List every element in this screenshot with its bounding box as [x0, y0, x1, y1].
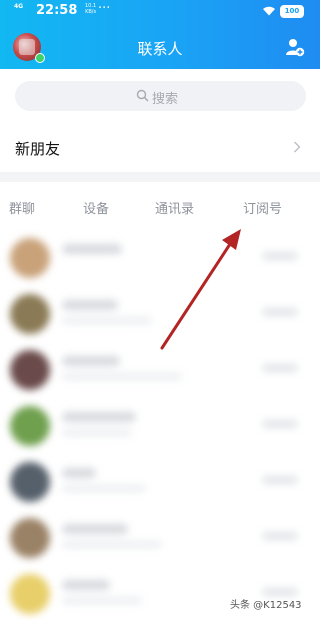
list-item[interactable] [0, 508, 320, 564]
watermark: 头条 @K12543 [230, 600, 302, 611]
list-item-title [62, 580, 110, 590]
list-item-tag [262, 476, 298, 484]
list-item-subtitle [62, 541, 162, 548]
list-item-title [62, 468, 96, 478]
list-item[interactable] [0, 340, 320, 396]
list-item-title [62, 356, 120, 366]
list-item[interactable] [0, 452, 320, 508]
page-title: 联系人 [137, 40, 183, 58]
list-item-title [62, 524, 128, 534]
avatar [10, 574, 50, 614]
new-friends-row[interactable]: 新朋友 [0, 124, 320, 172]
avatar [10, 350, 50, 390]
search-input[interactable]: 搜索 [15, 81, 306, 111]
list-item[interactable] [0, 228, 320, 284]
wifi-icon [263, 6, 275, 16]
list-item-subtitle [62, 429, 132, 436]
list-item-subtitle [62, 597, 142, 604]
list-item-title [62, 300, 118, 310]
avatar [10, 406, 50, 446]
list-item[interactable] [0, 564, 320, 620]
avatar [10, 462, 50, 502]
avatar [10, 238, 50, 278]
list-item-tag [262, 588, 298, 596]
list-item-tag [262, 252, 298, 260]
new-friends-label: 新朋友 [15, 140, 61, 158]
status-time: 22:58 [36, 3, 78, 18]
app-header: 4G 22:58 10.1 KB/s ··· 100 联系人 [0, 0, 320, 69]
list-item-tag [262, 532, 298, 540]
list-item-subtitle [62, 373, 182, 380]
contact-list-blurred [0, 228, 320, 615]
status-bar: 4G 22:58 10.1 KB/s ··· 100 [0, 0, 320, 22]
list-item[interactable] [0, 396, 320, 452]
rate-unit: KB/s [85, 9, 97, 15]
tab-group-chat[interactable]: 群聊 [9, 198, 35, 217]
tab-subscriptions[interactable]: 订阅号 [243, 198, 282, 217]
tab-address-book[interactable]: 通讯录 [155, 198, 194, 217]
list-item[interactable] [0, 284, 320, 340]
more-notifications-icon: ··· [98, 1, 111, 16]
avatar [10, 294, 50, 334]
list-item-tag [262, 308, 298, 316]
chevron-right-icon [294, 141, 301, 153]
list-item-title [62, 412, 136, 422]
network-rate: 10.1 KB/s [85, 3, 96, 15]
tab-devices[interactable]: 设备 [83, 198, 109, 217]
avatar [10, 518, 50, 558]
list-item-tag [262, 420, 298, 428]
search-icon [136, 89, 149, 102]
battery-icon: 100 [280, 5, 304, 18]
add-friend-icon[interactable] [285, 37, 305, 57]
list-item-subtitle [62, 317, 152, 324]
network-indicator: 4G [14, 3, 24, 10]
contact-tabs: 群聊 设备 通讯录 订阅号 [0, 198, 320, 222]
list-item-tag [262, 364, 298, 372]
search-placeholder: 搜索 [152, 92, 179, 107]
list-item-title [62, 244, 122, 254]
list-item-subtitle [62, 485, 146, 492]
section-divider [0, 172, 320, 182]
